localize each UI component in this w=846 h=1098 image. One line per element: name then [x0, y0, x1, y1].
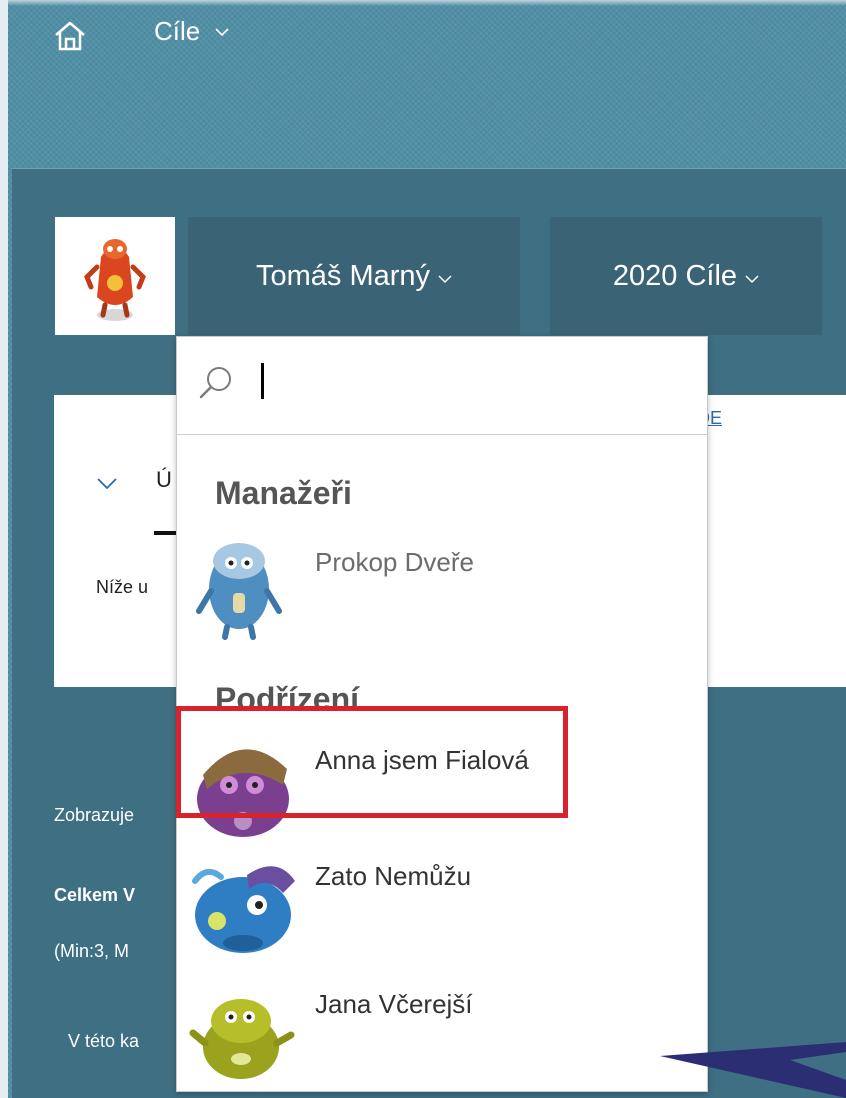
search-bar [177, 337, 707, 435]
chevron-down-icon [438, 275, 452, 284]
list-item-subordinate[interactable]: Anna jsem Fialová [177, 729, 707, 849]
chevron-down-icon [215, 27, 229, 36]
home-icon[interactable] [52, 18, 88, 54]
person-name: Jana Včerejší [315, 989, 473, 1019]
person-selector-button[interactable]: Tomáš Marný [188, 217, 520, 335]
purple-creature-avatar-icon [197, 749, 289, 837]
section-title: Ú [156, 467, 172, 492]
display-info-text: Zobrazuje [54, 805, 135, 825]
total-weight-text: Celkem V [54, 885, 136, 905]
chevron-down-icon [745, 275, 759, 284]
category-info-text: V této ka [68, 1031, 140, 1051]
user-avatar [55, 217, 175, 335]
green-creature-avatar-icon [189, 999, 295, 1079]
app-title: Cíle [154, 16, 201, 46]
year-selector-label: 2020 Cíle [612, 259, 738, 292]
list-item-subordinate-selected[interactable]: Jana Včerejší [177, 973, 707, 1093]
chevron-down-icon[interactable] [96, 477, 118, 491]
person-name: Prokop Dveře [315, 547, 474, 577]
section-description: Níže u [96, 577, 149, 597]
person-name: Zato Nemůžu [315, 861, 472, 891]
text-caret [261, 363, 264, 399]
blue-bird-creature-avatar-icon [192, 866, 295, 953]
pointer-arrow-icon [660, 1042, 846, 1098]
person-selector-label: Tomáš Marný [255, 259, 431, 292]
orange-creature-avatar-icon [84, 239, 146, 321]
min-max-text: (Min:3, M [54, 941, 130, 961]
blue-creature-avatar-icon [196, 543, 282, 640]
year-selector-button[interactable]: 2020 Cíle [550, 217, 822, 335]
list-item-subordinate[interactable]: Zato Nemůžu [177, 845, 707, 965]
subordinates-group-header: Podřízení [215, 681, 360, 717]
managers-group-header: Manažeři [215, 475, 352, 511]
search-input[interactable] [257, 359, 687, 409]
person-name: Anna jsem Fialová [315, 745, 529, 775]
list-item-manager[interactable]: Prokop Dveře [177, 531, 707, 651]
search-icon [199, 367, 231, 399]
shell-bar: Cíle [8, 0, 846, 80]
left-edge-strip [0, 0, 8, 1098]
app-shell: Cíle Tomáš Marný 2020 Cíle Ú Níže u Zobr… [0, 0, 846, 1098]
app-title-menu[interactable]: Cíle [154, 16, 230, 47]
person-picker-dropdown: Manažeři Prokop Dveře Podřízení Anna jse… [176, 336, 708, 1092]
